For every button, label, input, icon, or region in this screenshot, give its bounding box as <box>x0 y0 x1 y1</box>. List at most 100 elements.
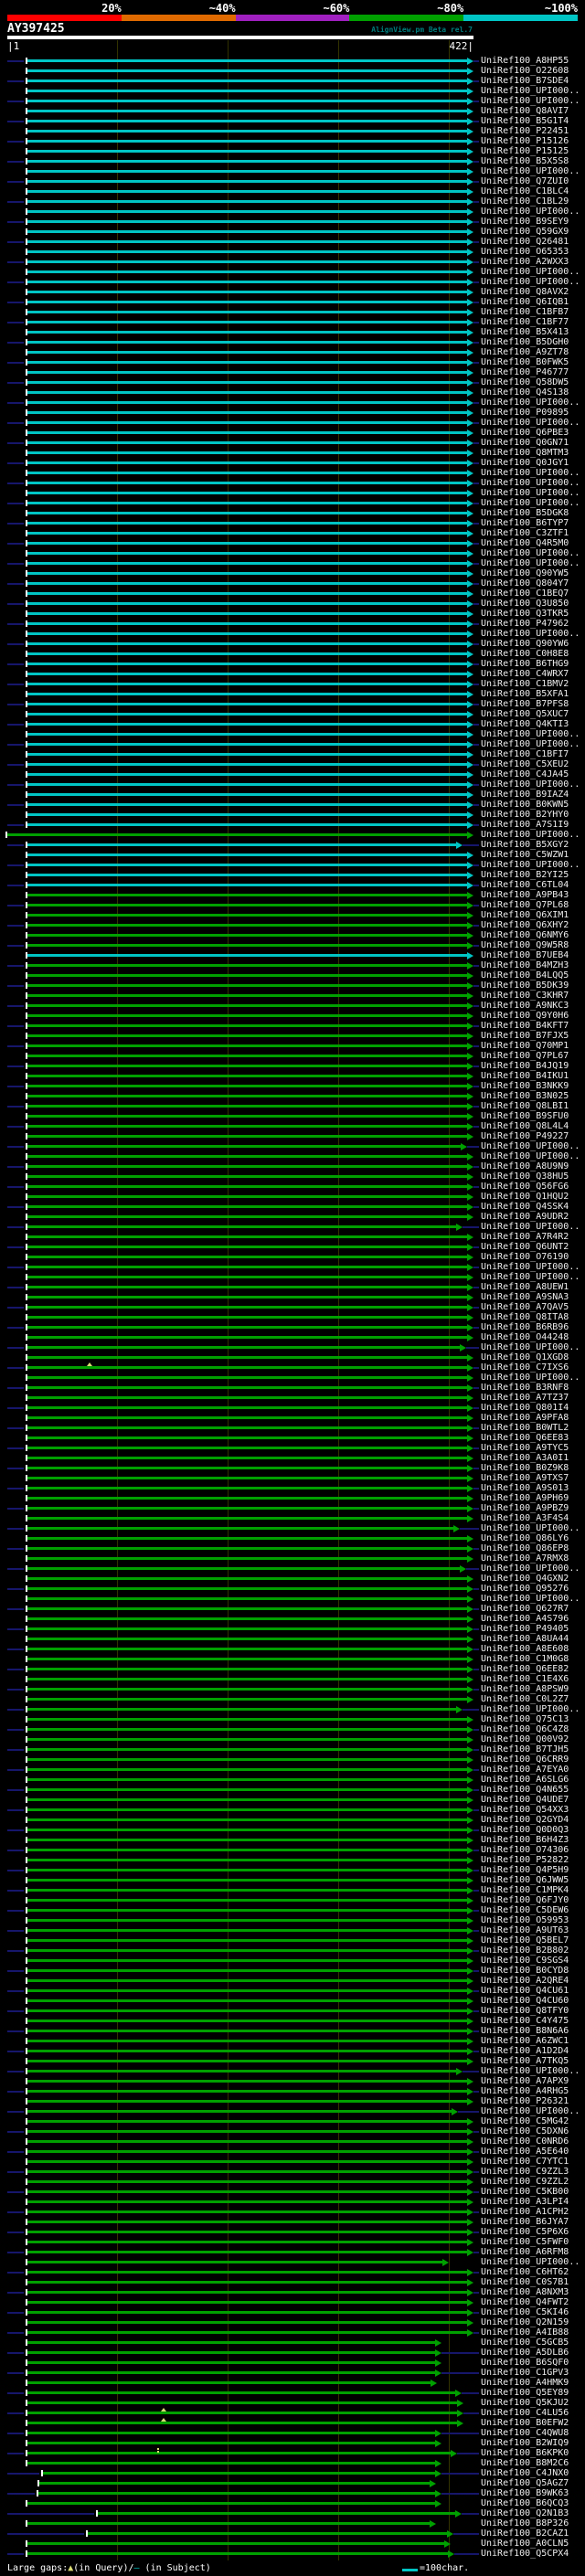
alignment-bar[interactable] <box>27 80 468 82</box>
alignment-bar[interactable] <box>27 1969 468 1972</box>
hit-label[interactable]: UniRef100_B6QCQ3 <box>481 2498 569 2508</box>
alignment-bar[interactable] <box>27 1979 468 1982</box>
alignment-row[interactable]: UniRef100_B5DK39 <box>0 981 585 991</box>
alignment-bar[interactable] <box>27 853 468 856</box>
alignment-row[interactable]: UniRef100_B6KPK0 <box>0 2448 585 2458</box>
alignment-bar[interactable] <box>27 2321 468 2324</box>
alignment-bar[interactable] <box>27 1436 468 1439</box>
alignment-row[interactable]: UniRef100_C1MPK4 <box>0 1885 585 1895</box>
alignment-bar[interactable] <box>27 572 468 575</box>
alignment-row[interactable]: UniRef100_P52822 <box>0 1855 585 1865</box>
alignment-row[interactable]: UniRef100_Q75C13 <box>0 1714 585 1724</box>
hit-label[interactable]: UniRef100_A9PB43 <box>481 890 569 900</box>
alignment-bar[interactable] <box>27 1014 468 1017</box>
alignment-bar[interactable] <box>27 2401 458 2404</box>
alignment-row[interactable]: UniRef100_UPI000.. <box>0 2066 585 2076</box>
hit-label[interactable]: UniRef100_C0L2Z7 <box>481 1694 569 1704</box>
alignment-row[interactable]: UniRef100_UPI000.. <box>0 548 585 558</box>
hit-label[interactable]: UniRef100_B0CYD8 <box>481 1966 569 1976</box>
hit-label[interactable]: UniRef100_C5DXN6 <box>481 2126 569 2136</box>
alignment-row[interactable]: UniRef100_C9ZZL3 <box>0 2167 585 2177</box>
alignment-bar[interactable] <box>27 2371 436 2374</box>
hit-label[interactable]: UniRef100_A7QAV5 <box>481 1302 569 1312</box>
hit-label[interactable]: UniRef100_A0CLN5 <box>481 2539 569 2549</box>
alignment-row[interactable]: UniRef100_A9S013 <box>0 1483 585 1493</box>
alignment-row[interactable]: UniRef100_Q5XUC7 <box>0 709 585 719</box>
hit-label[interactable]: UniRef100_C1BMV2 <box>481 679 569 689</box>
alignment-bar[interactable] <box>27 884 468 886</box>
hit-label[interactable]: UniRef100_C5KI46 <box>481 2307 569 2317</box>
alignment-bar[interactable] <box>27 944 468 947</box>
alignment-row[interactable]: UniRef100_Q3U850 <box>0 599 585 609</box>
alignment-row[interactable]: UniRef100_A6RFM8 <box>0 2247 585 2257</box>
alignment-bar[interactable] <box>27 663 468 665</box>
alignment-row[interactable]: UniRef100_B4KFT7 <box>0 1021 585 1031</box>
alignment-row[interactable]: UniRef100_B8N6A6 <box>0 2026 585 2036</box>
alignment-bar[interactable] <box>27 1517 468 1520</box>
alignment-bar[interactable] <box>27 220 468 223</box>
alignment-bar[interactable] <box>27 1909 468 1912</box>
hit-label[interactable]: UniRef100_Q70MP1 <box>481 1041 569 1051</box>
alignment-row[interactable]: UniRef100_B8P326 <box>0 2518 585 2528</box>
alignment-bar[interactable] <box>27 864 468 866</box>
hit-label[interactable]: UniRef100_Q7ZUI0 <box>481 176 569 186</box>
alignment-bar[interactable] <box>27 1738 468 1741</box>
alignment-bar[interactable] <box>27 502 468 504</box>
alignment-bar[interactable] <box>27 974 468 977</box>
alignment-row[interactable]: UniRef100_B9IAZ4 <box>0 790 585 800</box>
alignment-bar[interactable] <box>27 2331 468 2334</box>
alignment-bar[interactable] <box>27 2522 431 2525</box>
hit-label[interactable]: UniRef100_UPI000.. <box>481 207 580 217</box>
alignment-row[interactable]: UniRef100_UPI000.. <box>0 1141 585 1151</box>
alignment-bar[interactable] <box>27 994 468 997</box>
hit-label[interactable]: UniRef100_B9SFU0 <box>481 1111 569 1121</box>
hit-label[interactable]: UniRef100_Q8ITA8 <box>481 1312 569 1322</box>
hit-label[interactable]: UniRef100_UPI000.. <box>481 488 580 498</box>
alignment-row[interactable]: UniRef100_B0KWN5 <box>0 800 585 810</box>
alignment-row[interactable]: UniRef100_C9SGS4 <box>0 1956 585 1966</box>
alignment-row[interactable]: UniRef100_Q1XGD8 <box>0 1352 585 1362</box>
alignment-bar[interactable] <box>27 2040 468 2042</box>
hit-label[interactable]: UniRef100_Q5EY89 <box>481 2388 569 2398</box>
hit-label[interactable]: UniRef100_C1BFI7 <box>481 749 569 759</box>
hit-label[interactable]: UniRef100_UPI000.. <box>481 779 580 790</box>
hit-label[interactable]: UniRef100_A7TZ37 <box>481 1393 569 1403</box>
alignment-bar[interactable] <box>27 1748 468 1751</box>
alignment-bar[interactable] <box>27 2311 468 2314</box>
hit-label[interactable]: UniRef100_Q6XIM1 <box>481 910 569 920</box>
alignment-row[interactable]: UniRef100_A5DLB6 <box>0 2348 585 2358</box>
hit-label[interactable]: UniRef100_Q4R5M0 <box>481 538 569 548</box>
alignment-row[interactable]: UniRef100_A7TZ37 <box>0 1393 585 1403</box>
alignment-bar[interactable] <box>27 1778 468 1781</box>
alignment-row[interactable]: UniRef100_UPI000.. <box>0 478 585 488</box>
hit-label[interactable]: UniRef100_Q9W5R8 <box>481 940 569 950</box>
hit-label[interactable]: UniRef100_B3NKK9 <box>481 1081 569 1091</box>
alignment-bar[interactable] <box>27 461 468 464</box>
hit-label[interactable]: UniRef100_Q6C4Z8 <box>481 1724 569 1734</box>
hit-label[interactable]: UniRef100_B5DGK8 <box>481 508 569 518</box>
alignment-bar[interactable] <box>27 1627 468 1630</box>
alignment-bar[interactable] <box>27 1135 468 1138</box>
hit-label[interactable]: UniRef100_P22451 <box>481 126 569 136</box>
alignment-bar[interactable] <box>27 743 468 746</box>
alignment-bar[interactable] <box>27 2080 468 2083</box>
hit-label[interactable]: UniRef100_Q4UDE7 <box>481 1795 569 1805</box>
alignment-bar[interactable] <box>27 1044 468 1047</box>
alignment-bar[interactable] <box>27 210 468 213</box>
alignment-bar[interactable] <box>27 130 468 133</box>
alignment-bar[interactable] <box>27 1306 468 1309</box>
alignment-bar[interactable] <box>27 311 468 313</box>
hit-label[interactable]: UniRef100_UPI000.. <box>481 267 580 277</box>
alignment-bar[interactable] <box>27 1336 468 1339</box>
alignment-row[interactable]: UniRef100_O74306 <box>0 1845 585 1855</box>
alignment-bar[interactable] <box>27 1869 468 1871</box>
hit-label[interactable]: UniRef100_C6TL04 <box>481 880 569 890</box>
alignment-row[interactable]: UniRef100_B0Z9K8 <box>0 1463 585 1473</box>
hit-label[interactable]: UniRef100_UPI000.. <box>481 86 580 96</box>
alignment-bar[interactable] <box>27 793 468 796</box>
hit-label[interactable]: UniRef100_P52822 <box>481 1855 569 1865</box>
alignment-bar[interactable] <box>27 652 468 655</box>
alignment-row[interactable]: UniRef100_C0H8E8 <box>0 649 585 659</box>
alignment-bar[interactable] <box>27 803 468 806</box>
hit-label[interactable]: UniRef100_B7FJX5 <box>481 1031 569 1041</box>
